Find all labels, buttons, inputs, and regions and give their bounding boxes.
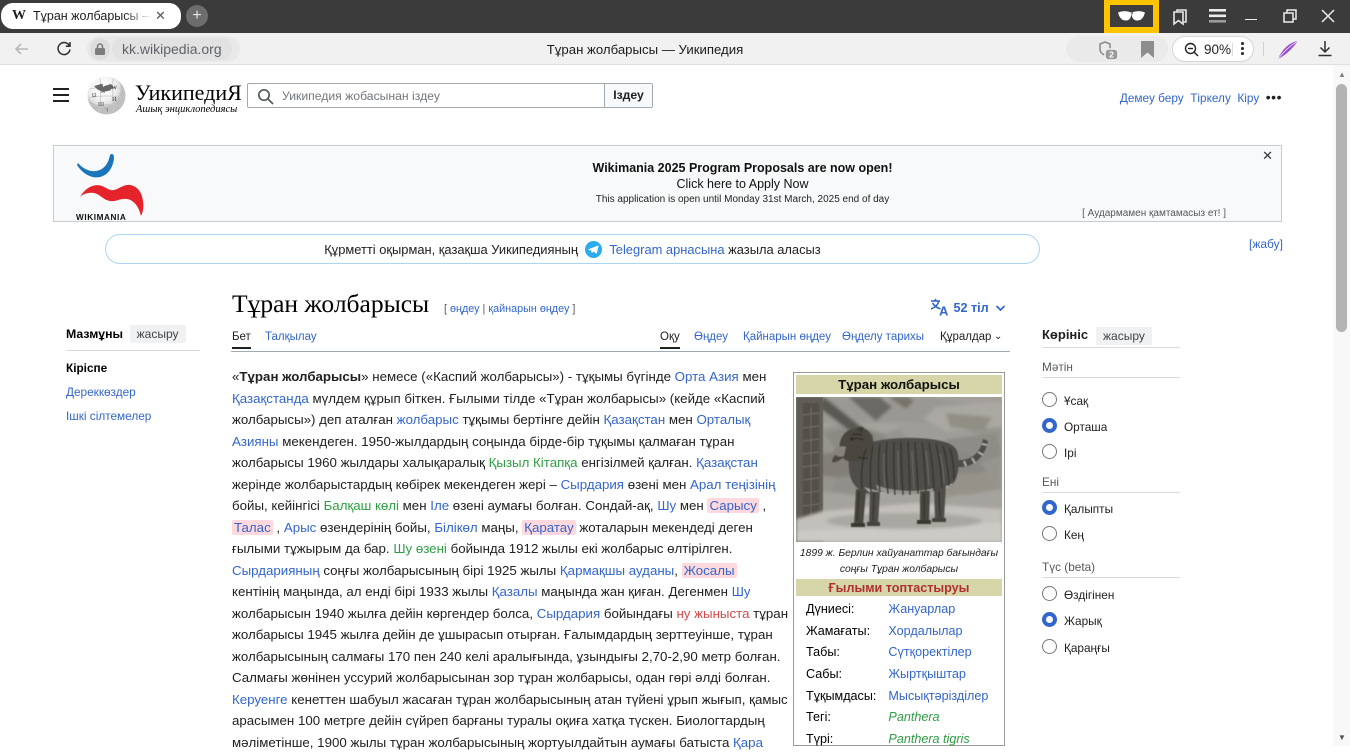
svg-text:Ш: Ш — [98, 102, 104, 108]
svg-text:И: И — [112, 96, 117, 103]
svg-text:W: W — [111, 86, 117, 92]
svg-text:WIKIMANIA: WIKIMANIA — [76, 213, 126, 222]
svg-text:ロ: ロ — [100, 89, 106, 95]
svg-text:A: A — [939, 304, 949, 317]
svg-text:ว: ว — [105, 108, 108, 114]
svg-text:Ω: Ω — [92, 93, 97, 99]
svg-text:2: 2 — [1109, 50, 1114, 60]
